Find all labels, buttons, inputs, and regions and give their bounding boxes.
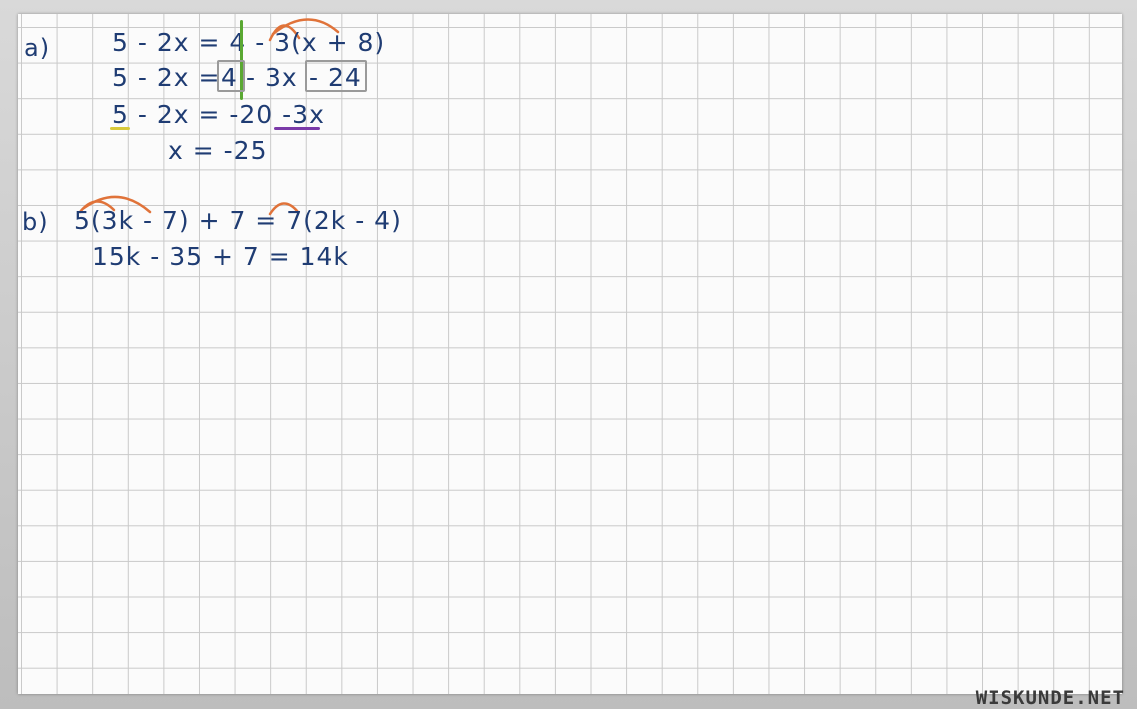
equation-a-line2-left: 5 - 2x = <box>112 63 221 92</box>
equation-a-line2-box1: 4 <box>221 63 238 92</box>
label-a: a) <box>24 34 51 62</box>
wiskunde-logo: WISKUNDE.NET <box>975 687 1125 709</box>
equation-b-line2: 15k - 35 + 7 = 14k <box>92 242 349 271</box>
grid-paper-board: a) 5 - 2x = 4 - 3(x + 8) 5 - 2x = 4 - 3x… <box>18 14 1122 694</box>
screen-frame: a) 5 - 2x = 4 - 3(x + 8) 5 - 2x = 4 - 3x… <box>0 0 1137 709</box>
equation-b-line1: 5(3k - 7) + 7 = 7(2k - 4) <box>74 206 402 235</box>
equation-a-line1: 5 - 2x = 4 - 3(x + 8) <box>112 28 386 57</box>
equation-a-line3: 5 - 2x = -20 -3x <box>112 100 325 129</box>
equation-a-line4: x = -25 <box>168 136 268 165</box>
equation-a-line2-box2: - 24 <box>309 63 362 92</box>
equation-a-line2-mid: - 3x <box>246 63 298 92</box>
underline-5 <box>110 127 130 130</box>
label-b: b) <box>22 208 49 236</box>
underline-3x <box>274 127 320 130</box>
